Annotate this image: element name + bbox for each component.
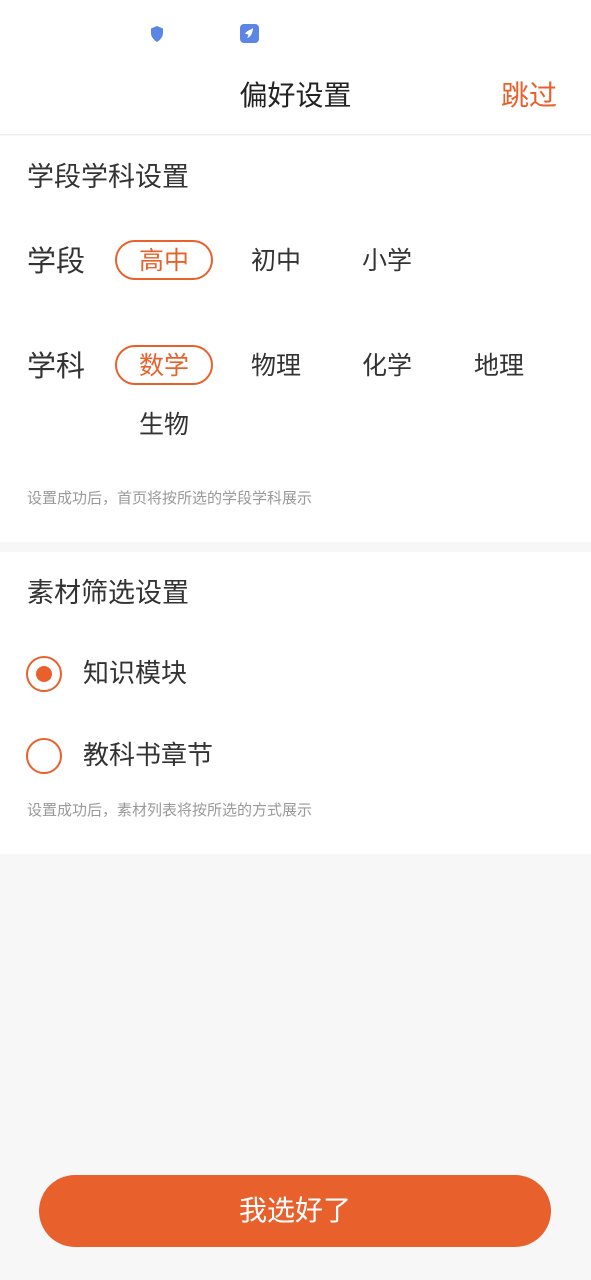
radio-option-textbook-chapter[interactable]: 教科书章节 [26, 736, 326, 776]
radio-selected-dot [36, 666, 52, 682]
app-notification-icon [240, 24, 259, 43]
subject-chip[interactable]: 数学 [115, 345, 213, 385]
material-filter-hint: 设置成功后，素材列表将按所选的方式展示 [27, 801, 313, 819]
section-title-grade-subject: 学段学科设置 [27, 162, 189, 193]
skip-button[interactable]: 跳过 [501, 78, 557, 114]
grade-chip[interactable]: 小学 [338, 240, 436, 280]
shield-icon [151, 26, 163, 42]
radio-option-knowledge-module[interactable]: 知识模块 [26, 654, 326, 694]
header-bar: 偏好设置 跳过 [0, 64, 591, 135]
grade-label: 学段 [27, 244, 86, 278]
subject-chip[interactable]: 地理 [450, 345, 548, 385]
confirm-button[interactable]: 我选好了 [39, 1175, 551, 1247]
radio-label: 知识模块 [83, 659, 188, 689]
subject-chip[interactable]: 生物 [115, 404, 213, 444]
radio-button[interactable] [26, 656, 62, 692]
radio-button[interactable] [26, 738, 62, 774]
material-filter-section: 素材筛选设置 知识模块 教科书章节 设置成功后，素材列表将按所选的方式展示 [0, 552, 591, 854]
grade-chip[interactable]: 初中 [227, 240, 325, 280]
subject-label: 学科 [27, 349, 86, 383]
grade-chip[interactable]: 高中 [115, 240, 213, 280]
grade-subject-section: 学段学科设置 学段 高中 初中 小学 学科 数学 物理 化学 地理 生物 设置成… [0, 136, 591, 542]
subject-chip[interactable]: 化学 [338, 345, 436, 385]
status-bar [0, 0, 591, 64]
radio-label: 教科书章节 [83, 741, 214, 771]
section-title-material-filter: 素材筛选设置 [27, 578, 189, 609]
preference-settings-page: 偏好设置 跳过 学段学科设置 学段 高中 初中 小学 学科 数学 物理 化学 地… [0, 0, 591, 1280]
subject-chip[interactable]: 物理 [227, 345, 325, 385]
grade-subject-hint: 设置成功后，首页将按所选的学段学科展示 [27, 489, 313, 507]
